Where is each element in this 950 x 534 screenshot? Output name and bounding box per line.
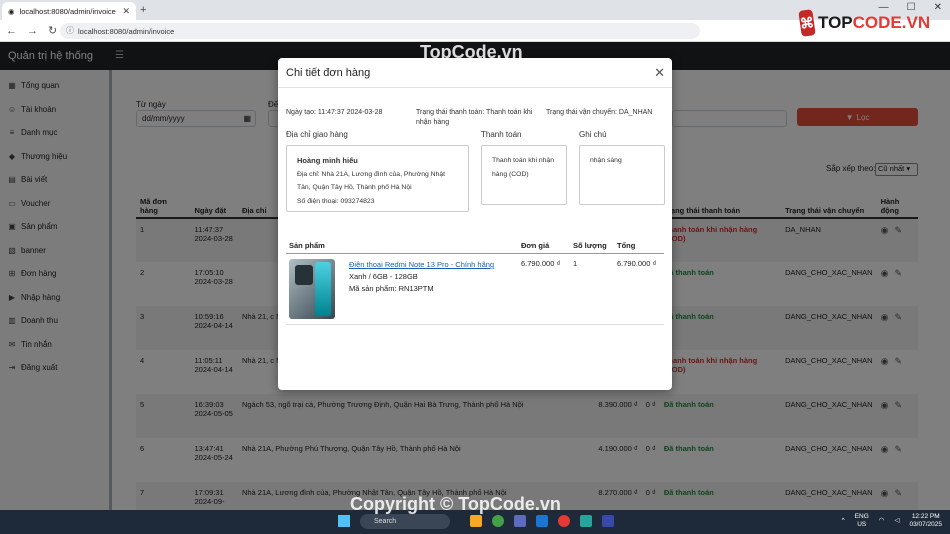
tray-chevron-icon[interactable]: ^ [842,517,845,525]
product-link[interactable]: Điện thoại Redmi Note 13 Pro - Chính hãn… [349,260,494,269]
phone-line: Số điện thoại: 093274823 [297,197,375,205]
address-line: Địa chỉ: Nhà 21A, Lương đình của, Phường… [297,170,445,192]
payment-label: Thanh toán [481,130,522,139]
teams-icon[interactable] [514,515,526,527]
site-info-icon[interactable]: ⓘ [66,25,74,36]
topcode-logo: ⌘ TOPCODE.VN [798,8,931,38]
browser-tab[interactable]: ◉ localhost:8080/admin/invoice ✕ [2,2,136,20]
vscode-icon[interactable] [536,515,548,527]
product-image [289,259,335,319]
logo-text-2: CODE.VN [852,13,931,32]
clock[interactable]: 12:22 PM 03/07/2025 [909,513,942,529]
modal-title: Chi tiết đơn hàng [286,66,371,79]
product-price: 6.790.000 ₫ [518,253,570,325]
price-col-label: Đơn giá [518,238,570,254]
globe-icon: ◉ [8,6,15,16]
taskbar-search[interactable]: Search [360,514,450,529]
phone-screen-shape [315,262,331,316]
order-pay-status: Trạng thái thanh toán: Thanh toán khi nh… [416,109,533,126]
shipping-address-box: Hoàng minh hiếu Địa chỉ: Nhà 21A, Lương … [286,145,469,212]
customer-name: Hoàng minh hiếu [297,156,358,165]
windows-start-icon[interactable] [338,515,350,527]
taskbar-search-text: Search [374,518,397,525]
note-box: nhận sáng [579,145,665,205]
address-bar[interactable]: ⓘ localhost:8080/admin/invoice [60,23,700,39]
app-icon[interactable] [558,515,570,527]
product-qty: 1 [570,253,614,325]
volume-icon[interactable]: ◁ [894,517,899,525]
order-detail-modal: Chi tiết đơn hàng ✕ Ngày tạo: 11:47:37 2… [278,58,672,390]
payment-box: Thanh toán khi nhận hàng (COD) [481,145,567,205]
product-sku: Mã sản phẩm: RN13PTM [349,284,434,293]
product-row: Điện thoại Redmi Note 13 Pro - Chính hãn… [286,253,664,325]
url-text: localhost:8080/admin/invoice [78,26,175,36]
tab-title: localhost:8080/admin/invoice [19,6,116,16]
modal-close-icon[interactable]: ✕ [654,65,665,81]
reload-icon[interactable]: ↻ [48,24,57,37]
total-col-label: Tổng [614,238,664,254]
system-tray: ^ ENG US ◠ ◁ 12:22 PM 03/07/2025 [842,513,942,529]
tab-close-icon[interactable]: ✕ [122,6,130,17]
clock-date: 03/07/2025 [909,521,942,528]
product-variant: Xanh / 6GB - 128GB [349,272,418,281]
close-window-icon[interactable]: ✕ [934,2,942,13]
qty-col-label: Số lượng [570,238,614,254]
back-icon[interactable]: ← [6,25,17,37]
logo-text-1: TOP [818,13,853,32]
region-text: US [857,521,867,528]
app-icon-2[interactable] [580,515,592,527]
payment-method: Thanh toán khi nhận hàng (COD) [492,157,554,178]
wifi-icon[interactable]: ◠ [879,517,885,525]
lang-text: ENG [854,513,869,520]
forward-icon[interactable]: → [27,25,38,37]
order-note: nhận sáng [590,157,622,164]
new-tab-icon[interactable]: + [140,4,146,16]
order-ship-status: Trạng thái vận chuyển: DA_NHAN [546,109,653,116]
language-indicator[interactable]: ENG US [855,513,869,529]
app-icon-3[interactable] [602,515,614,527]
product-cell: Điện thoại Redmi Note 13 Pro - Chính hãn… [286,253,518,325]
watermark-bottom: Copyright © TopCode.vn [350,494,561,514]
topcode-logo-icon: ⌘ [798,9,816,37]
watermark-center: TopCode.vn [420,42,523,62]
clock-time: 12:22 PM [911,513,940,520]
chrome-icon[interactable] [492,515,504,527]
phone-camera-shape [295,265,313,285]
file-explorer-icon[interactable] [470,515,482,527]
product-table: Sản phẩm Đơn giá Số lượng Tổng Điện thoạ… [286,238,664,325]
product-header-row: Sản phẩm Đơn giá Số lượng Tổng [286,238,664,254]
order-created: Ngày tạo: 11:47:37 2024-03-28 [286,109,383,116]
shipping-address-label: Địa chỉ giao hàng [286,130,348,139]
product-col-label: Sản phẩm [286,238,518,254]
note-label: Ghi chú [579,130,607,139]
product-total: 6.790.000 ₫ [614,253,664,325]
